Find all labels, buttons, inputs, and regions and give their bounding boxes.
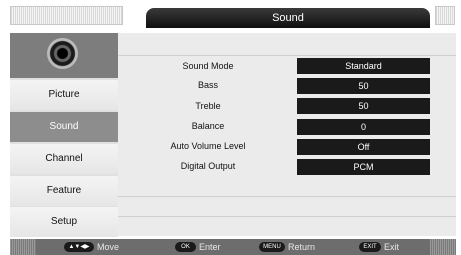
sidebar-item-setup[interactable]: Setup <box>10 207 118 237</box>
sidebar-item-label: Setup <box>50 216 78 227</box>
ok-key-icon: OK <box>175 242 196 252</box>
arrow-keys-icon: ▲▼◀▶ <box>64 242 94 252</box>
setting-value[interactable]: 50 <box>297 78 430 94</box>
sidebar-item-sound[interactable]: Sound <box>10 112 118 142</box>
row-divider <box>118 196 456 197</box>
row-divider <box>118 216 456 217</box>
exit-hint: Exit <box>384 242 400 252</box>
sidebar-item-channel[interactable]: Channel <box>10 144 118 174</box>
footer-right-decoration <box>430 239 456 255</box>
setting-value[interactable]: 50 <box>297 98 430 114</box>
sidebar-item-label: Feature <box>46 185 82 196</box>
setting-label: Balance <box>191 121 225 131</box>
speaker-icon <box>47 38 78 69</box>
setting-label: Sound Mode <box>182 61 234 71</box>
setting-value[interactable]: PCM <box>297 159 430 175</box>
menu-title: Sound <box>146 8 430 28</box>
sidebar-item-feature[interactable]: Feature <box>10 176 118 206</box>
setting-label: Bass <box>197 80 218 90</box>
enter-hint: Enter <box>199 242 221 252</box>
setting-value[interactable]: 0 <box>297 119 430 135</box>
return-hint: Return <box>288 242 316 252</box>
setting-label: Auto Volume Level <box>170 141 246 151</box>
sidebar-item-label: Picture <box>48 89 80 100</box>
exit-key-icon: EXIT <box>359 242 381 252</box>
sidebar-item-picture[interactable]: Picture <box>10 80 118 110</box>
row-divider <box>118 55 456 56</box>
menu-key-icon: MENU <box>259 242 285 252</box>
sidebar-item-label: Channel <box>45 153 83 164</box>
top-left-decoration <box>10 6 123 25</box>
footer-left-decoration <box>10 239 36 255</box>
setting-label: Digital Output <box>180 161 236 171</box>
setting-value[interactable]: Standard <box>297 58 430 74</box>
setting-label: Treble <box>195 101 221 111</box>
setting-value[interactable]: Off <box>297 139 430 155</box>
move-hint: Move <box>97 242 120 252</box>
top-right-decoration <box>435 6 455 25</box>
sidebar-item-label: Sound <box>49 121 79 132</box>
